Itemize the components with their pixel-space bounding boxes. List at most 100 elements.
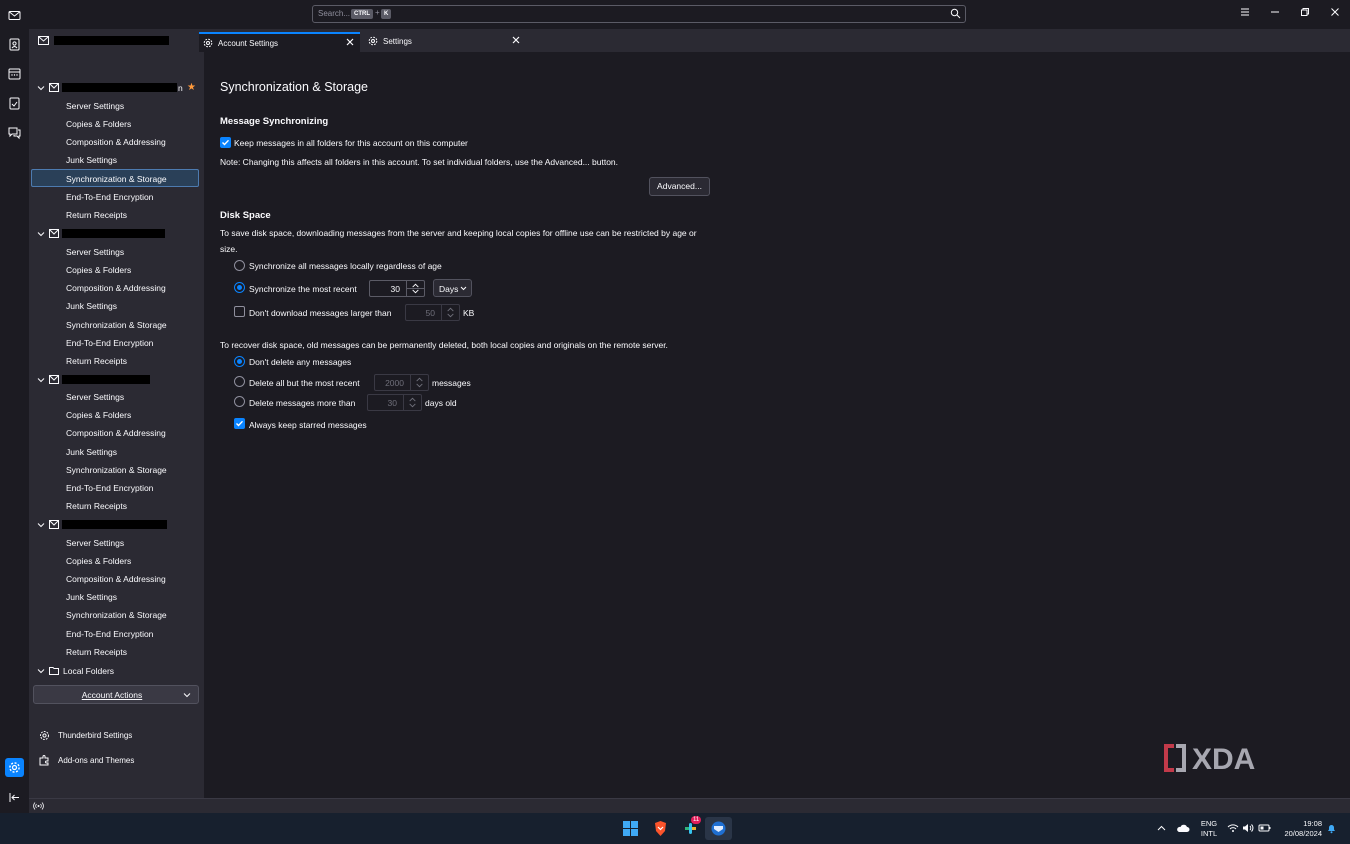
account-row[interactable]: n ★ (29, 80, 204, 96)
chevron-down-icon[interactable] (37, 376, 45, 384)
sidebar-item-return-receipts[interactable]: Return Receipts (66, 501, 127, 511)
sidebar-item-composition[interactable]: Composition & Addressing (66, 428, 166, 438)
sidebar-item-server-settings[interactable]: Server Settings (66, 247, 124, 257)
delete-more-unit: days old (425, 398, 457, 408)
advanced-button[interactable]: Advanced... (649, 177, 710, 196)
account-row[interactable] (29, 517, 204, 533)
battery-icon[interactable] (1258, 823, 1271, 833)
sidebar-item-junk[interactable]: Junk Settings (66, 592, 117, 602)
chat-icon[interactable] (7, 125, 22, 140)
minimize-icon[interactable] (1270, 7, 1280, 17)
sidebar-item-return-receipts[interactable]: Return Receipts (66, 356, 127, 366)
disk-desc-line1: To save disk space, downloading messages… (220, 228, 697, 238)
sync-all-radio[interactable] (234, 260, 245, 271)
redacted-account-name (62, 83, 177, 92)
volume-icon[interactable] (1242, 823, 1254, 833)
delete-more-stepper[interactable]: 30 (367, 394, 422, 411)
local-folders-label: Local Folders (63, 666, 115, 676)
thunderbird-settings-link[interactable]: Thunderbird Settings (39, 730, 132, 743)
thunderbird-taskbar-button[interactable] (705, 817, 732, 840)
xda-text: XDA (1192, 743, 1255, 776)
search-icon[interactable] (950, 8, 961, 19)
sidebar-item-composition[interactable]: Composition & Addressing (66, 574, 166, 584)
dont-download-checkbox[interactable] (234, 306, 245, 317)
sync-recent-radio[interactable] (234, 282, 245, 293)
sidebar-item-junk[interactable]: Junk Settings (66, 155, 117, 165)
delete-all-radio[interactable] (234, 376, 245, 387)
sync-recent-label: Synchronize the most recent (249, 284, 357, 294)
chevron-down-icon[interactable] (37, 230, 45, 238)
chevron-down-icon[interactable] (37, 521, 45, 529)
restore-icon[interactable] (1300, 7, 1310, 17)
brave-browser-icon[interactable] (652, 820, 669, 837)
chevron-up-icon[interactable] (1157, 824, 1166, 833)
calendar-icon[interactable] (7, 66, 22, 81)
addons-themes-link[interactable]: Add-ons and Themes (39, 755, 134, 768)
delete-all-stepper[interactable]: 2000 (374, 374, 429, 391)
dont-download-stepper[interactable]: 50 (405, 304, 460, 321)
chevron-down-icon[interactable] (37, 667, 45, 675)
online-status-icon[interactable] (33, 801, 44, 811)
sidebar-item-sync-storage[interactable]: Synchronization & Storage (66, 465, 167, 475)
delete-more-radio[interactable] (234, 396, 245, 407)
settings-pane: Synchronization & Storage Message Synchr… (204, 52, 1350, 798)
search-input[interactable]: Search... CTRL + K (312, 5, 966, 23)
input-language[interactable]: ENG INTL (1198, 819, 1220, 839)
dont-delete-radio[interactable] (234, 356, 245, 367)
tasks-icon[interactable] (7, 96, 22, 111)
account-row[interactable] (29, 226, 204, 242)
collapse-sidebar-icon[interactable] (7, 790, 22, 805)
sidebar-item-composition[interactable]: Composition & Addressing (66, 283, 166, 293)
sync-recent-stepper[interactable]: 30 (369, 280, 425, 297)
sidebar-item-sync-storage[interactable]: Synchronization & Storage (66, 320, 167, 330)
clock[interactable]: 19:08 20/08/2024 (1278, 819, 1322, 839)
chevron-down-icon[interactable] (37, 84, 45, 92)
notification-bell-icon[interactable] (1326, 823, 1337, 834)
sidebar-item-e2e[interactable]: End-To-End Encryption (66, 338, 153, 348)
onedrive-icon[interactable] (1176, 823, 1190, 833)
sidebar-item-composition[interactable]: Composition & Addressing (66, 137, 166, 147)
addons-themes-label: Add-ons and Themes (58, 756, 135, 765)
sidebar-item-copies-folders[interactable]: Copies & Folders (66, 410, 131, 420)
sidebar-item-junk[interactable]: Junk Settings (66, 301, 117, 311)
sidebar-item-copies-folders[interactable]: Copies & Folders (66, 265, 131, 275)
stepper-arrows-icon (441, 305, 454, 320)
windows-start-icon[interactable] (622, 820, 639, 837)
account-mail-icon (38, 36, 49, 45)
mail-icon[interactable] (7, 8, 22, 23)
keep-messages-checkbox[interactable] (220, 137, 231, 148)
sidebar-item-server-settings[interactable]: Server Settings (66, 101, 124, 111)
account-row[interactable] (29, 372, 204, 388)
local-folders-row[interactable]: Local Folders (29, 663, 204, 679)
slack-app-icon[interactable]: 11 (682, 816, 702, 837)
tab-account-settings[interactable]: Account Settings (199, 32, 360, 52)
stepper-arrows-icon[interactable] (406, 281, 424, 296)
close-tab-icon[interactable] (345, 37, 355, 47)
sidebar-item-copies-folders[interactable]: Copies & Folders (66, 556, 131, 566)
account-actions-button[interactable]: Account Actions (33, 685, 199, 704)
sidebar-item-copies-folders[interactable]: Copies & Folders (66, 119, 131, 129)
tab-settings[interactable]: Settings (364, 32, 524, 52)
keep-starred-checkbox[interactable] (234, 418, 245, 429)
lang-line2: INTL (1200, 829, 1218, 838)
menu-icon[interactable] (1240, 7, 1250, 17)
sidebar-item-e2e[interactable]: End-To-End Encryption (66, 192, 153, 202)
sync-unit-select[interactable]: Days (433, 279, 472, 297)
sidebar-item-sync-storage[interactable]: Synchronization & Storage (66, 610, 167, 620)
sidebar-item-return-receipts[interactable]: Return Receipts (66, 210, 127, 220)
address-book-icon[interactable] (7, 37, 22, 52)
sidebar-item-return-receipts[interactable]: Return Receipts (66, 647, 127, 657)
folder-icon (49, 667, 59, 675)
sync-unit-value: Days (439, 284, 459, 294)
settings-space-button[interactable] (5, 758, 24, 777)
sidebar-item-junk[interactable]: Junk Settings (66, 447, 117, 457)
wifi-icon[interactable] (1227, 823, 1239, 833)
close-window-icon[interactable] (1330, 7, 1340, 17)
account-tab-button[interactable] (34, 33, 174, 49)
sidebar-item-server-settings[interactable]: Server Settings (66, 392, 124, 402)
sidebar-item-server-settings[interactable]: Server Settings (66, 538, 124, 548)
sidebar-item-e2e[interactable]: End-To-End Encryption (66, 483, 153, 493)
sidebar-item-sync-storage[interactable]: Synchronization & Storage (66, 174, 167, 184)
sidebar-item-e2e[interactable]: End-To-End Encryption (66, 629, 153, 639)
close-tab-icon[interactable] (511, 35, 521, 45)
